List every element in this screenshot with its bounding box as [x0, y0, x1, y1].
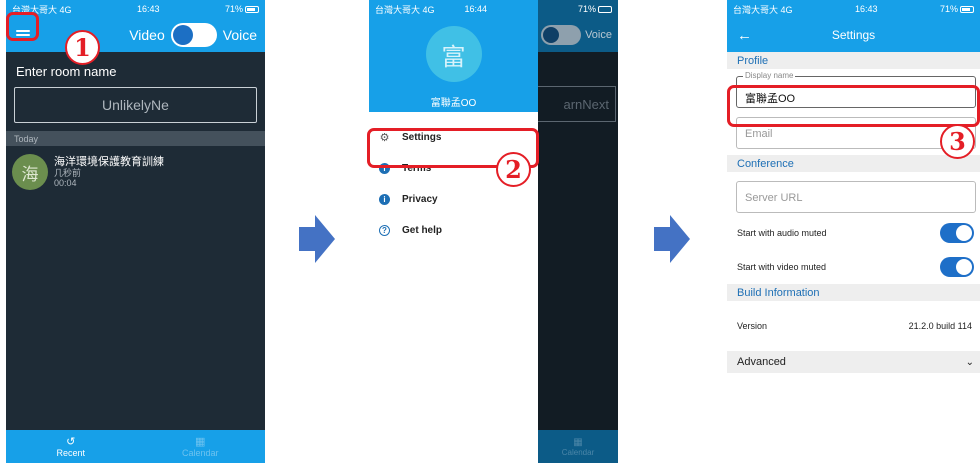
drawer-header: 富 富聯孟OO	[369, 18, 538, 112]
highlight-menu-button	[6, 12, 39, 41]
recent-meeting-details: 海洋環境保護教育訓練 几秒前 00:04	[54, 155, 164, 188]
audio-muted-row: Start with audio muted	[727, 216, 980, 250]
voice-label-dimmed: Voice	[585, 29, 612, 41]
home-toolbar: Video Voice	[6, 18, 265, 52]
dimmed-background[interactable]: 71% Voice arnNext ▦ Calendar	[534, 0, 618, 463]
tab-calendar-label: Calendar	[181, 447, 219, 458]
back-arrow-icon[interactable]: ←	[737, 27, 757, 44]
version-value: 21.2.0 build 114	[908, 321, 972, 331]
dimmed-content: arnNext	[534, 52, 618, 463]
chevron-down-icon: ⌄	[965, 356, 974, 368]
audio-muted-switch[interactable]	[940, 223, 974, 243]
status-carrier: 台灣大哥大 4G	[733, 4, 793, 15]
display-name-label: Display name	[743, 71, 796, 80]
battery-icon	[245, 6, 259, 14]
room-input-dimmed: arnNext	[534, 86, 616, 122]
section-profile: Profile	[727, 52, 980, 69]
status-time: 16:44	[464, 4, 488, 14]
status-time: 16:43	[854, 4, 878, 14]
status-battery: 71%	[940, 4, 974, 14]
step-number-2: 2	[496, 152, 531, 187]
calendar-icon: ▦	[573, 436, 583, 448]
settings-toolbar: ← Settings	[727, 18, 980, 52]
avatar: 富	[425, 26, 482, 82]
meeting-title: 海洋環境保護教育訓練	[54, 155, 164, 168]
status-time: 16:43	[136, 4, 160, 14]
status-bar-dimmed: 71%	[538, 0, 618, 18]
video-voice-toggle[interactable]	[170, 23, 217, 47]
highlight-display-name	[727, 85, 980, 127]
video-muted-label: Start with video muted	[737, 262, 827, 272]
recent-meeting-item[interactable]: 海 海洋環境保護教育訓練 几秒前 00:04	[6, 146, 265, 198]
meeting-duration: 00:04	[54, 177, 77, 188]
phone-screen-drawer: 71% Voice arnNext ▦ Calendar 台灣大哥大 4G 16…	[369, 0, 618, 463]
voice-label: Voice	[222, 27, 257, 43]
page-title: Settings	[831, 28, 876, 42]
mode-switch: Video Voice	[129, 23, 257, 47]
tab-recent-label: Recent	[56, 447, 86, 458]
room-name-input[interactable]: UnlikelyNe	[14, 87, 257, 123]
info-icon: i	[379, 194, 390, 205]
video-label: Video	[129, 27, 165, 43]
phone-screen-settings: 台灣大哥大 4G 16:43 71% ← Settings Profile Di…	[727, 0, 980, 463]
profile-name: 富聯孟OO	[430, 98, 477, 109]
help-icon: ?	[379, 225, 390, 236]
battery-icon	[960, 6, 974, 14]
meeting-time-ago: 几秒前	[54, 167, 82, 178]
history-icon: ↺	[66, 435, 76, 448]
menu-item-get-help[interactable]: ? Get help	[369, 215, 538, 246]
tutorial-canvas: 台灣大哥大 4G 16:43 71% Video Voice Enter roo…	[0, 0, 980, 463]
version-row: Version 21.2.0 build 114	[727, 301, 980, 351]
menu-label: Get help	[402, 225, 443, 236]
server-url-field[interactable]: Server URL	[736, 181, 976, 213]
menu-item-privacy[interactable]: i Privacy	[369, 184, 538, 215]
arrow-right-icon	[654, 215, 690, 263]
section-today: Today	[6, 131, 265, 146]
advanced-label: Advanced	[737, 356, 786, 368]
section-build-information: Build Information	[727, 284, 980, 301]
calendar-label-dimmed: Calendar	[561, 447, 595, 457]
video-voice-toggle-dimmed	[541, 25, 582, 45]
status-carrier: 台灣大哥大 4G	[375, 4, 435, 15]
toolbar-dimmed: Voice	[538, 18, 618, 52]
avatar: 海	[12, 154, 48, 190]
battery-icon	[598, 5, 612, 13]
video-muted-row: Start with video muted	[727, 250, 980, 284]
section-conference: Conference	[727, 155, 980, 172]
side-drawer: 台灣大哥大 4G 16:44 富 富聯孟OO ⚙ Settings i Term…	[369, 0, 538, 463]
arrow-right-icon	[299, 215, 335, 263]
status-bar: 台灣大哥大 4G 16:43 71%	[6, 0, 265, 18]
status-bar: 台灣大哥大 4G 16:43 71%	[727, 0, 980, 18]
bottom-tab-bar: ↺ Recent ▦ Calendar	[6, 430, 265, 463]
step-number-1: 1	[65, 30, 100, 65]
video-muted-switch[interactable]	[940, 257, 974, 277]
phone-screen-home: 台灣大哥大 4G 16:43 71% Video Voice Enter roo…	[6, 0, 265, 463]
menu-label: Privacy	[402, 194, 438, 205]
version-label: Version	[737, 321, 768, 331]
status-bar: 台灣大哥大 4G 16:44	[369, 0, 538, 18]
tab-recent[interactable]: ↺ Recent	[6, 430, 136, 463]
calendar-icon: ▦	[195, 435, 206, 448]
tab-calendar[interactable]: ▦ Calendar	[136, 430, 266, 463]
bottom-bar-dimmed: ▦ Calendar	[538, 430, 618, 463]
audio-muted-label: Start with audio muted	[737, 228, 827, 238]
status-battery: 71%	[225, 4, 259, 14]
advanced-row[interactable]: Advanced ⌄	[727, 351, 980, 373]
step-number-3: 3	[940, 124, 975, 159]
email-placeholder: Email	[745, 128, 773, 140]
server-url-placeholder: Server URL	[745, 192, 803, 204]
room-name-label: Enter room name	[16, 64, 117, 79]
